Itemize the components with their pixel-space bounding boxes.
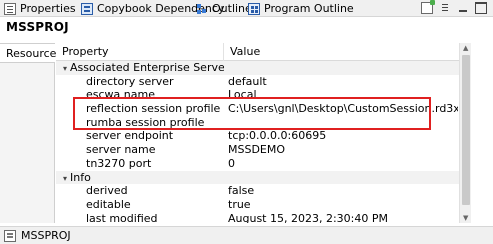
- tab-program-outline-label: Program Outline: [264, 2, 354, 15]
- property-value[interactable]: 0: [228, 157, 458, 171]
- row-label: rumba session profile: [86, 115, 205, 129]
- side-tab-resource[interactable]: Resource: [0, 43, 57, 63]
- property-value[interactable]: C:\Users\gnl\Desktop\CustomSession.rd3x: [228, 102, 458, 116]
- property-name: tn3270 port: [56, 157, 224, 171]
- property-name: server endpoint: [56, 129, 224, 143]
- new-view-icon[interactable]: [421, 0, 435, 14]
- table-row[interactable]: escwa name Local: [56, 88, 459, 102]
- table-row[interactable]: server name MSSDEMO: [56, 143, 459, 157]
- property-name: directory server: [56, 75, 224, 89]
- row-label: Info: [70, 170, 91, 184]
- table-row[interactable]: last modified August 15, 2023, 2:30:40 PM: [56, 212, 459, 223]
- property-name: editable: [56, 198, 224, 212]
- table-row[interactable]: tn3270 port 0: [56, 157, 459, 171]
- minimize-icon[interactable]: [457, 2, 469, 14]
- property-name: last modified: [56, 212, 224, 223]
- view-tab-bar: Properties ✕ Copybook Dependency Outline…: [0, 0, 493, 17]
- property-value[interactable]: false: [228, 184, 458, 198]
- category-row[interactable]: ▾ Associated Enterprise Server: [56, 61, 459, 75]
- column-header-value[interactable]: Value: [224, 43, 459, 61]
- row-label: editable: [86, 197, 131, 211]
- category-label: ▾ Associated Enterprise Server: [56, 61, 224, 75]
- table-row[interactable]: server endpoint tcp:0.0.0.0:60695: [56, 129, 459, 143]
- property-name: reflection session profile: [56, 102, 224, 116]
- row-label: reflection session profile: [86, 102, 221, 116]
- scrollbar-thumb[interactable]: [462, 55, 470, 205]
- category-label: ▾ Info: [56, 171, 224, 185]
- collapse-chevron-icon[interactable]: ▾: [60, 62, 70, 75]
- collapse-chevron-icon[interactable]: ▾: [60, 172, 70, 185]
- maximize-icon[interactable]: [475, 2, 487, 14]
- row-label: tn3270 port: [86, 156, 152, 170]
- tab-outline[interactable]: Outline: [196, 0, 252, 17]
- property-value[interactable]: true: [228, 198, 458, 212]
- property-name: rumba session profile: [56, 116, 224, 130]
- table-row[interactable]: editable true: [56, 198, 459, 212]
- row-label: server name: [86, 143, 156, 157]
- side-tab-resource-label: Resource: [6, 46, 57, 60]
- table-body: ▾ Associated Enterprise Server directory s…: [56, 61, 459, 223]
- tab-properties-label: Properties: [20, 2, 76, 15]
- property-name: escwa name: [56, 88, 224, 102]
- property-value[interactable]: default: [228, 75, 458, 89]
- row-label: directory server: [86, 74, 174, 88]
- status-bar-label: MSSPROJ: [21, 229, 71, 242]
- tab-outline-label: Outline: [212, 2, 252, 15]
- program-outline-icon: [248, 2, 260, 15]
- property-value[interactable]: Local: [228, 88, 458, 102]
- property-value[interactable]: August 15, 2023, 2:30:40 PM: [228, 212, 458, 223]
- table-row[interactable]: reflection session profile C:\Users\gnl\D…: [56, 102, 459, 116]
- tab-properties[interactable]: Properties ✕: [4, 0, 90, 17]
- row-label: server endpoint: [86, 129, 174, 143]
- column-header-property[interactable]: Property: [56, 43, 224, 61]
- view-menu-icon[interactable]: [439, 2, 451, 14]
- table-row[interactable]: rumba session profile: [56, 116, 459, 130]
- property-table: Property Value ▾ Associated Enterprise Se…: [56, 43, 459, 223]
- property-value[interactable]: tcp:0.0.0.0:60695: [228, 129, 458, 143]
- row-label: escwa name: [86, 88, 155, 102]
- tab-program-outline[interactable]: Program Outline: [248, 0, 354, 17]
- property-value[interactable]: MSSDEMO: [228, 143, 458, 157]
- table-header: Property Value: [56, 43, 459, 61]
- vertical-scrollbar[interactable]: ▲ ▼: [459, 43, 471, 223]
- copybook-icon: [81, 2, 93, 15]
- page-title: MSSPROJ: [6, 20, 69, 34]
- scroll-up-icon[interactable]: ▲: [463, 44, 468, 52]
- status-bar: MSSPROJ: [0, 226, 493, 244]
- properties-icon: [4, 2, 16, 15]
- category-row[interactable]: ▾ Info: [56, 170, 459, 185]
- row-label: last modified: [86, 211, 158, 223]
- property-name: derived: [56, 184, 224, 198]
- scroll-down-icon[interactable]: ▼: [463, 214, 468, 222]
- outline-icon: [196, 3, 208, 15]
- row-label: Associated Enterprise Server: [70, 61, 224, 74]
- property-value[interactable]: [228, 116, 458, 130]
- property-name: server name: [56, 143, 224, 157]
- row-label: derived: [86, 184, 128, 198]
- side-tab-column: [0, 43, 55, 223]
- project-icon: [4, 229, 16, 242]
- table-row[interactable]: derived false: [56, 184, 459, 198]
- table-row[interactable]: directory server default: [56, 75, 459, 89]
